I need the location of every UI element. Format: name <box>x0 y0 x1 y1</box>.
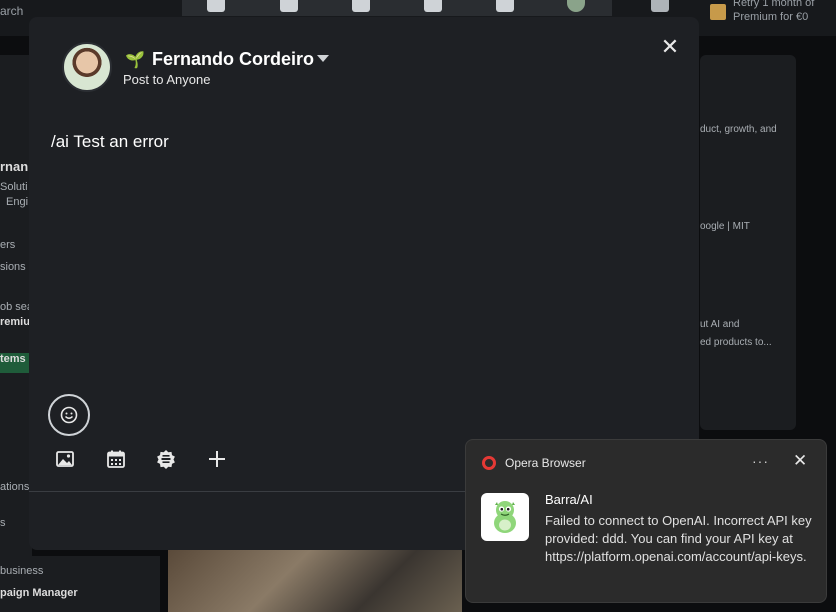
network-icon[interactable] <box>280 0 298 12</box>
celebrate-button[interactable] <box>156 449 176 469</box>
bg-right-text: duct, growth, and <box>700 124 777 135</box>
background-search-text: arch <box>0 4 24 18</box>
bg-left-text: remiu <box>0 316 30 328</box>
premium-text: Retry 1 month of Premium for €0 <box>733 0 815 23</box>
jobs-icon[interactable] <box>352 0 370 12</box>
notification-app-name: Opera Browser <box>505 456 586 470</box>
notifications-icon[interactable] <box>496 0 514 12</box>
smiley-icon <box>60 406 78 424</box>
more-options-icon[interactable]: ··· <box>752 453 769 469</box>
notification-body: Failed to connect to OpenAI. Incorrect A… <box>545 513 812 564</box>
bg-left-text: Soluti <box>0 181 28 193</box>
notification-title: Barra/AI <box>545 492 593 507</box>
dinosaur-icon <box>494 501 516 533</box>
home-icon[interactable] <box>207 0 225 12</box>
bg-bottom-text: paign Manager <box>0 587 78 599</box>
bg-left-text: ers <box>0 239 16 251</box>
system-notification[interactable]: Opera Browser ··· ✕ Barra/AI Failed to c… <box>465 439 827 603</box>
bg-left-text: Engi <box>6 196 29 208</box>
schedule-event-button[interactable] <box>106 449 126 469</box>
emoji-button[interactable] <box>48 394 90 436</box>
more-options-button[interactable] <box>207 449 227 469</box>
bg-right-text: ut AI and <box>700 319 740 330</box>
bg-left-text: s <box>0 517 6 529</box>
chevron-down-icon[interactable] <box>317 55 329 62</box>
bg-bottom-text: business <box>0 565 44 577</box>
audience-label[interactable]: Post to Anyone <box>123 72 210 87</box>
messaging-icon[interactable] <box>424 0 442 12</box>
apps-grid-icon[interactable] <box>651 0 669 12</box>
background-feed-photo <box>168 550 462 612</box>
opera-logo-icon <box>482 456 496 470</box>
bg-left-text: sions <box>0 261 26 273</box>
close-icon[interactable]: ✕ <box>793 451 807 471</box>
post-text-editor[interactable]: /ai Test an error <box>51 132 169 152</box>
badge-icon <box>157 450 175 469</box>
background-bottom-left: business paign Manager <box>0 556 160 612</box>
author-name[interactable]: Fernando Cordeiro <box>152 49 314 70</box>
bg-right-text: ed products to... <box>700 337 772 348</box>
bg-left-text: ations <box>0 481 30 493</box>
barra-ai-app-icon <box>481 493 529 541</box>
add-media-button[interactable] <box>55 449 75 469</box>
close-icon[interactable]: ✕ <box>659 36 681 59</box>
background-nav-strip <box>182 0 612 16</box>
premium-promo[interactable]: Retry 1 month of Premium for €0 <box>710 0 836 30</box>
bg-right-text: oogle | MIT <box>700 221 750 232</box>
calendar-icon <box>107 450 125 468</box>
plus-icon <box>209 451 225 467</box>
bg-left-text: tems <box>0 353 26 365</box>
bg-left-text: rnan <box>0 159 29 174</box>
background-right-panel: duct, growth, and oogle | MIT ut AI and … <box>700 55 796 430</box>
background-left-sidebar: rnan Soluti Engi ers sions ob sea remiu … <box>0 55 33 612</box>
image-icon <box>56 451 74 467</box>
sprout-icon: 🌱 <box>125 52 145 69</box>
author-avatar[interactable] <box>62 42 112 92</box>
premium-icon <box>710 4 726 20</box>
